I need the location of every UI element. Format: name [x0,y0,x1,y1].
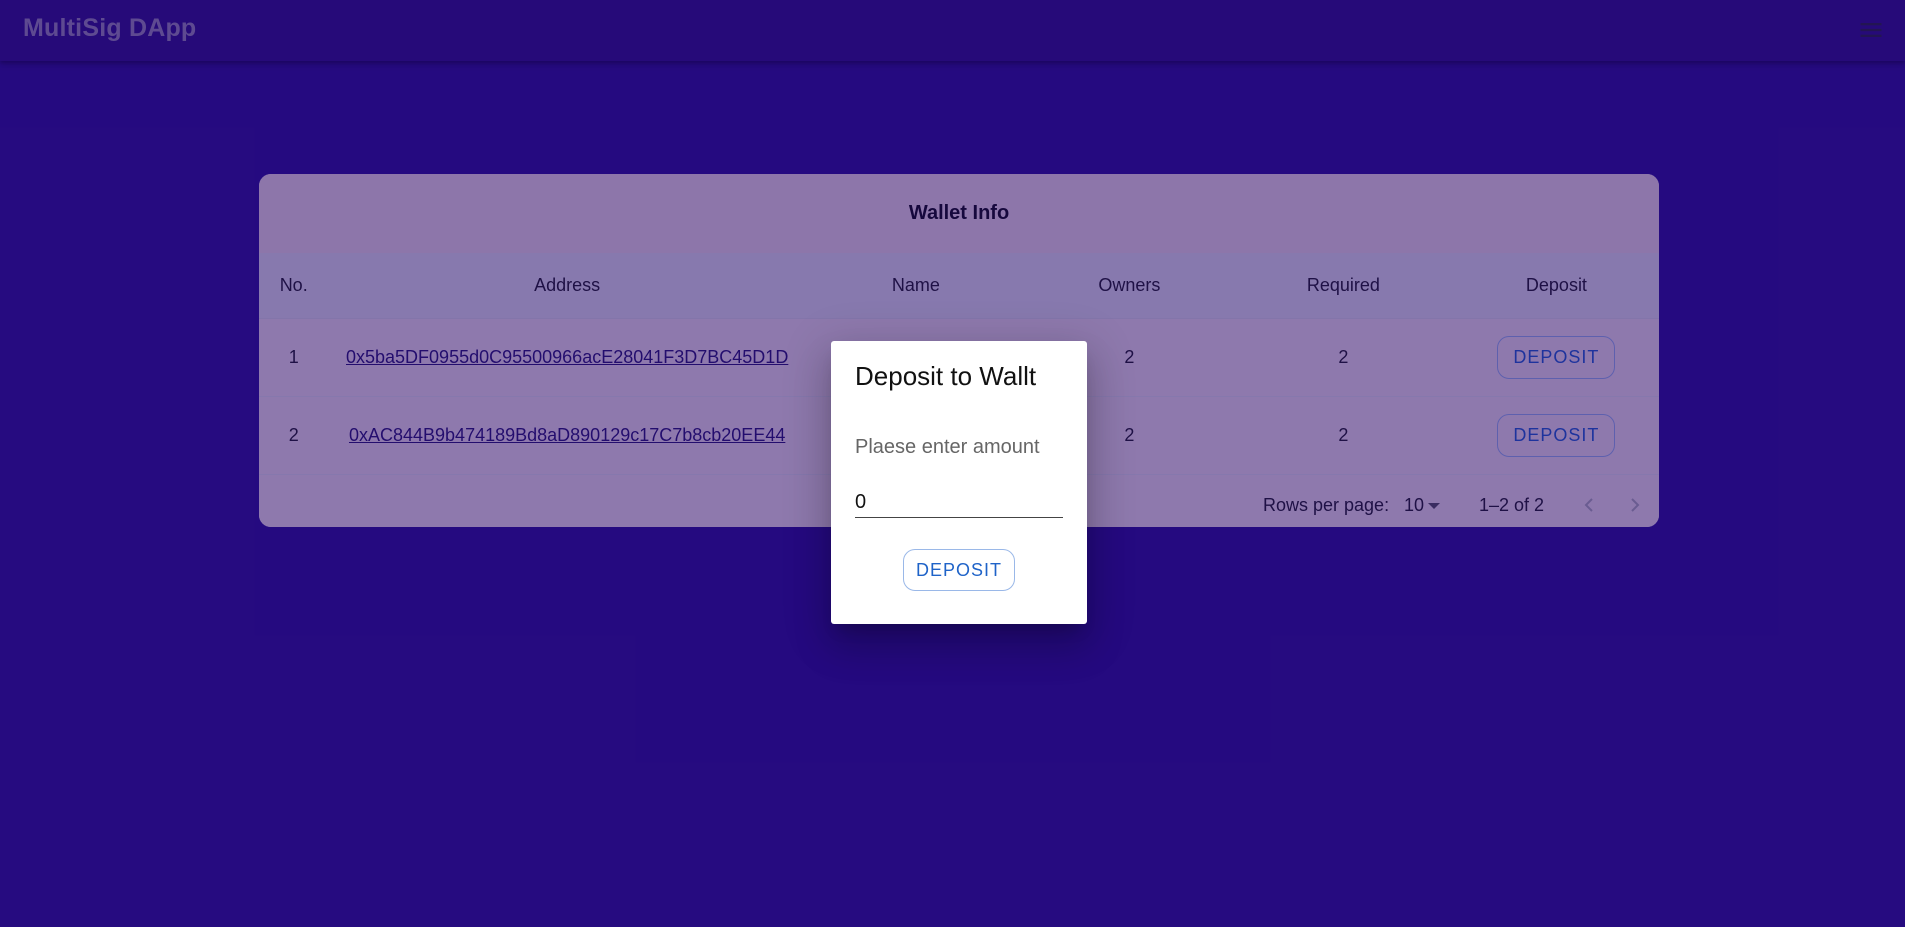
dialog-title: Deposit to Wallt [855,361,1037,391]
dialog-deposit-button[interactable]: DEPOSIT [903,549,1015,591]
amount-input[interactable] [855,487,1063,518]
deposit-dialog: Deposit to Wallt Plaese enter amount DEP… [831,341,1087,624]
amount-label: Plaese enter amount [855,436,1040,458]
